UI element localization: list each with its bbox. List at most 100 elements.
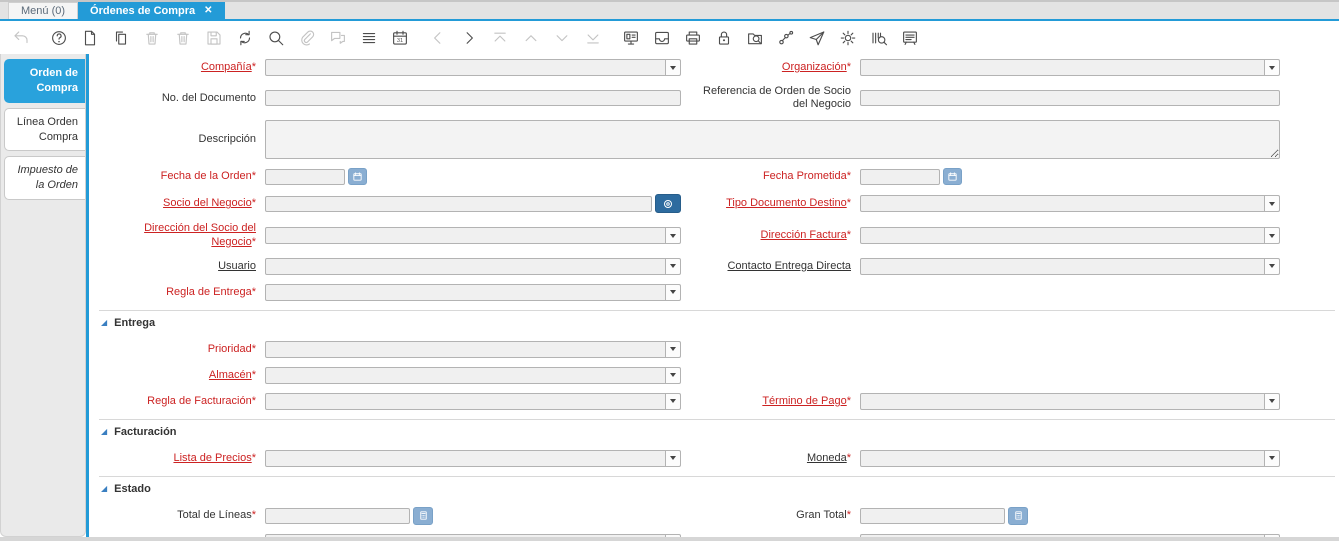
regla-facturacion-field[interactable] xyxy=(265,392,681,410)
first-record-button xyxy=(489,27,511,49)
report-button[interactable] xyxy=(620,27,642,49)
product-info-icon xyxy=(872,32,888,45)
tipo-documento-destino-field[interactable] xyxy=(860,195,1280,213)
regla-entrega-dropdown-button[interactable] xyxy=(665,284,680,300)
direccion-socio-dropdown-button[interactable] xyxy=(665,228,680,244)
send-mail-button[interactable] xyxy=(806,27,828,49)
fecha-prometida-calendar-button[interactable] xyxy=(943,168,962,186)
almacen-input[interactable] xyxy=(266,367,665,383)
tab-menu[interactable]: Menú (0) xyxy=(8,2,79,19)
tab-ordenes-de-compra[interactable]: Órdenes de Compra ✕ xyxy=(78,2,225,19)
compania-field[interactable] xyxy=(265,59,681,76)
window-help-button[interactable] xyxy=(899,27,921,49)
delete-selection-button xyxy=(172,27,194,49)
socio-negocio-input[interactable] xyxy=(265,195,652,212)
total-lineas-input[interactable] xyxy=(265,507,410,524)
tipo-documento-destino-label: Tipo Documento Destino* xyxy=(726,197,851,210)
termino-pago-input[interactable] xyxy=(861,393,1264,409)
lista-precios-input[interactable] xyxy=(266,450,665,466)
prioridad-input[interactable] xyxy=(266,341,665,357)
close-icon[interactable]: ✕ xyxy=(204,5,212,16)
calendar-button[interactable]: 31 xyxy=(389,27,411,49)
attachment-icon xyxy=(301,30,315,45)
moneda-input[interactable] xyxy=(861,450,1264,466)
organizacion-input[interactable] xyxy=(861,60,1264,75)
preferences-button[interactable] xyxy=(837,27,859,49)
copy-record-button[interactable] xyxy=(110,27,132,49)
grid-toggle-icon xyxy=(362,32,376,43)
almacen-dropdown-button[interactable] xyxy=(665,367,680,383)
usuario-field[interactable] xyxy=(265,257,681,275)
organizacion-dropdown-button[interactable] xyxy=(1264,60,1279,75)
fecha-orden-label: Fecha de la Orden* xyxy=(160,170,256,183)
descripcion-textarea[interactable] xyxy=(265,120,1280,160)
detail-record-button[interactable] xyxy=(458,27,480,49)
section-facturacion-title: Facturación xyxy=(114,425,177,438)
regla-facturacion-label: Regla de Facturación* xyxy=(147,394,256,407)
window-tabbar: Menú (0) Órdenes de Compra ✕ xyxy=(0,0,1339,19)
section-collapse-icon[interactable]: ◢ xyxy=(101,484,107,493)
product-info-button[interactable] xyxy=(868,27,890,49)
organizacion-field[interactable] xyxy=(860,59,1280,76)
regla-entrega-field[interactable] xyxy=(265,283,681,301)
regla-facturacion-input[interactable] xyxy=(266,393,665,409)
contacto-entrega-label: Contacto Entrega Directa xyxy=(727,259,851,272)
moneda-field[interactable] xyxy=(860,449,1280,467)
grid-toggle-button[interactable] xyxy=(358,27,380,49)
tipo-documento-destino-input[interactable] xyxy=(861,196,1264,212)
direccion-socio-input[interactable] xyxy=(266,228,665,244)
lista-precios-dropdown-button[interactable] xyxy=(665,450,680,466)
socio-negocio-label: Socio del Negocio* xyxy=(163,197,256,210)
workflow-button[interactable] xyxy=(775,27,797,49)
contacto-entrega-dropdown-button[interactable] xyxy=(1264,258,1279,274)
moneda-dropdown-button[interactable] xyxy=(1264,450,1279,466)
prioridad-field[interactable] xyxy=(265,340,681,358)
total-lineas-calculator-button[interactable] xyxy=(413,506,433,525)
fecha-orden-input[interactable] xyxy=(265,168,345,185)
referencia-input[interactable] xyxy=(860,90,1280,107)
sidebar-tab-linea-orden-compra[interactable]: Línea Orden Compra xyxy=(4,107,85,152)
fecha-orden-calendar-button[interactable] xyxy=(348,168,367,186)
archive-button[interactable] xyxy=(651,27,673,49)
direccion-factura-input[interactable] xyxy=(861,228,1264,244)
moneda-label: Moneda* xyxy=(806,451,851,464)
direccion-factura-field[interactable] xyxy=(860,227,1280,245)
regla-facturacion-dropdown-button[interactable] xyxy=(665,393,680,409)
new-record-button[interactable] xyxy=(79,27,101,49)
lock-button[interactable] xyxy=(713,27,735,49)
termino-pago-field[interactable] xyxy=(860,392,1280,410)
usuario-dropdown-button[interactable] xyxy=(665,258,680,274)
refresh-button[interactable] xyxy=(234,27,256,49)
previous-record-button xyxy=(520,27,542,49)
sidebar-tab-impuesto-de-la-orden[interactable]: Impuesto de la Orden xyxy=(4,156,85,201)
compania-input[interactable] xyxy=(266,60,665,75)
direccion-socio-field[interactable] xyxy=(265,227,681,245)
chevron-down-icon xyxy=(1269,456,1275,461)
contacto-entrega-input[interactable] xyxy=(861,258,1264,274)
gran-total-input[interactable] xyxy=(860,507,1005,524)
section-collapse-icon[interactable]: ◢ xyxy=(101,427,107,436)
section-collapse-icon[interactable]: ◢ xyxy=(101,318,107,327)
copy-record-icon xyxy=(115,30,127,45)
find-button[interactable] xyxy=(265,27,287,49)
termino-pago-dropdown-button[interactable] xyxy=(1264,393,1279,409)
print-button[interactable] xyxy=(682,27,704,49)
almacen-field[interactable] xyxy=(265,366,681,384)
chevron-down-icon xyxy=(670,347,676,352)
direccion-factura-dropdown-button[interactable] xyxy=(1264,228,1279,244)
fecha-prometida-input[interactable] xyxy=(860,168,940,185)
socio-negocio-search-button[interactable] xyxy=(655,194,681,214)
zoom-across-button[interactable] xyxy=(744,27,766,49)
sidebar-tab-orden-de-compra[interactable]: Orden de Compra xyxy=(4,59,85,103)
help-button[interactable] xyxy=(48,27,70,49)
prioridad-dropdown-button[interactable] xyxy=(665,341,680,357)
gran-total-calculator-button[interactable] xyxy=(1008,506,1028,525)
tipo-documento-destino-dropdown-button[interactable] xyxy=(1264,196,1279,212)
parent-record-button xyxy=(427,27,449,49)
no-documento-input[interactable] xyxy=(265,90,681,107)
usuario-input[interactable] xyxy=(266,258,665,274)
regla-entrega-input[interactable] xyxy=(266,284,665,300)
compania-dropdown-button[interactable] xyxy=(665,60,680,75)
lista-precios-field[interactable] xyxy=(265,449,681,467)
contacto-entrega-field[interactable] xyxy=(860,257,1280,275)
